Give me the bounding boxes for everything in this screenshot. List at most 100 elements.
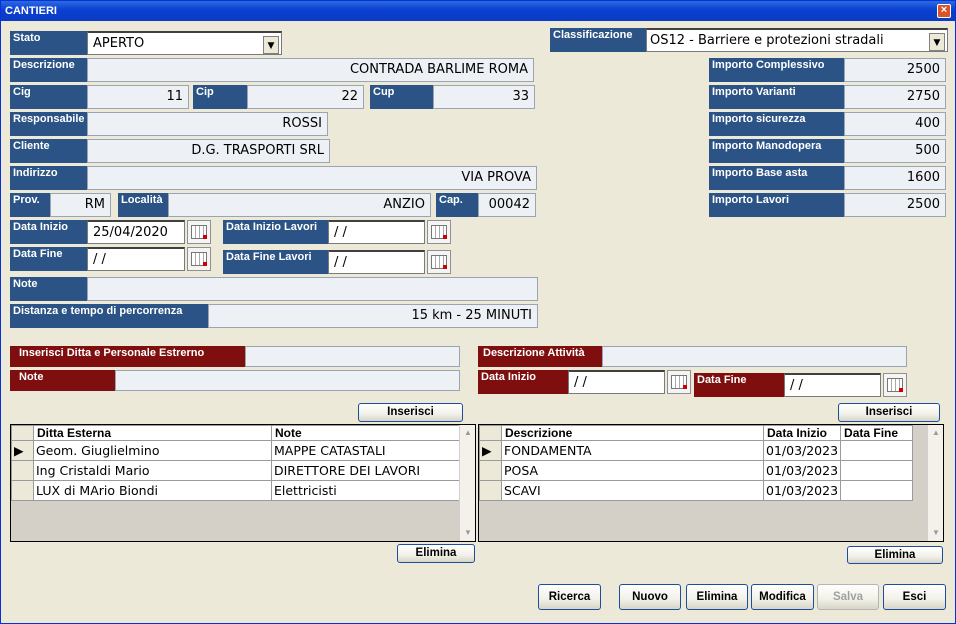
table-cell[interactable]: 01/03/2023 [762,480,842,501]
distanza-label: Distanza e tempo di percorrenza [10,304,208,328]
descrizione-attivita-field[interactable] [602,346,907,367]
table-cell[interactable] [840,480,913,501]
scroll-up-icon[interactable]: ▲ [929,426,943,440]
row-indicator-icon: ▶ [479,440,502,461]
salva-button[interactable]: Salva [817,584,879,610]
elimina-button[interactable]: Elimina [686,584,748,610]
column-header-data-fine[interactable]: Data Fine [840,425,913,441]
ricerca-button[interactable]: Ricerca [538,584,601,610]
localita-field[interactable]: ANZIO [168,193,431,217]
close-icon[interactable]: × [937,4,951,18]
table-row[interactable]: Ing Cristaldi Mario DIRETTORE DEI LAVORI [11,460,461,481]
cig-field[interactable]: 11 [87,85,189,109]
data-inizio-lavori-field[interactable]: / / [328,220,425,244]
inserisci-ditta-button[interactable]: Inserisci [358,403,463,422]
attivita-data-inizio-label: Data Inizio [478,370,568,394]
vertical-scrollbar[interactable]: ▲ ▼ [459,425,475,541]
window-title: CANTIERI [5,5,57,17]
attivita-grid-header: Descrizione Data Inizio Data Fine [479,425,913,441]
data-fine-field[interactable]: / / [87,247,185,271]
localita-label: Località [118,193,168,217]
elimina-ditta-button[interactable]: Elimina [397,544,475,563]
chevron-down-icon[interactable]: ▼ [929,33,945,51]
table-cell[interactable]: 01/03/2023 [762,440,842,461]
scroll-up-icon[interactable]: ▲ [461,426,475,440]
cliente-label: Cliente [10,139,87,163]
indirizzo-field[interactable]: VIA PROVA [87,166,537,190]
cig-label: Cig [10,85,87,109]
calendar-icon[interactable] [187,220,211,244]
table-row[interactable]: SCAVI 01/03/2023 [479,480,913,501]
data-inizio-label: Data Inizio [10,220,87,244]
scroll-down-icon[interactable]: ▼ [461,526,475,540]
descrizione-field[interactable]: CONTRADA BARLIME ROMA [87,58,534,82]
calendar-icon[interactable] [187,247,211,271]
title-bar: CANTIERI × [1,1,955,21]
table-cell[interactable]: 01/03/2023 [762,460,842,481]
cip-field[interactable]: 22 [247,85,364,109]
ditta-note-field[interactable] [115,370,460,391]
importo-manodopera-field[interactable]: 500 [844,139,946,163]
table-cell[interactable] [840,440,913,461]
table-cell[interactable]: FONDAMENTA [501,440,764,461]
cliente-field[interactable]: D.G. TRASPORTI SRL [87,139,330,163]
calendar-icon[interactable] [883,373,907,397]
modifica-button[interactable]: Modifica [751,584,814,610]
table-cell[interactable]: DIRETTORE DEI LAVORI [271,460,461,481]
table-cell[interactable]: Ing Cristaldi Mario [33,460,272,481]
attivita-data-fine-label: Data Fine [694,373,784,397]
column-header-note[interactable]: Note [271,425,461,441]
table-cell[interactable]: MAPPE CATASTALI [271,440,461,461]
table-cell[interactable]: Geom. Giuglielmino [33,440,272,461]
table-cell[interactable]: LUX di MArio Biondi [33,480,272,501]
importo-complessivo-field[interactable]: 2500 [844,58,946,82]
calendar-icon[interactable] [427,220,451,244]
vertical-scrollbar[interactable]: ▲ ▼ [927,425,943,541]
data-fine-lavori-field[interactable]: / / [328,250,425,274]
chevron-down-icon[interactable]: ▼ [263,36,279,54]
importo-lavori-field[interactable]: 2500 [844,193,946,217]
elimina-attivita-button[interactable]: Elimina [847,546,943,564]
data-inizio-field[interactable]: 25/04/2020 [87,220,185,244]
indirizzo-label: Indirizzo [10,166,87,190]
column-header-data-inizio[interactable]: Data Inizio [762,425,842,441]
data-inizio-lavori-label: Data Inizio Lavori [223,220,328,244]
distanza-field[interactable]: 15 km - 25 MINUTI [208,304,538,328]
table-cell[interactable] [840,460,913,481]
responsabile-field[interactable]: ROSSI [87,112,328,136]
attivita-data-fine-field[interactable]: / / [784,373,881,397]
inserisci-attivita-button[interactable]: Inserisci [838,403,940,422]
column-header-descrizione[interactable]: Descrizione [501,425,764,441]
cap-field[interactable]: 00042 [478,193,536,217]
table-row[interactable]: POSA 01/03/2023 [479,460,913,481]
cup-field[interactable]: 33 [433,85,535,109]
stato-select[interactable]: APERTO ▼ [87,31,282,55]
ditta-note-label: Note [10,370,115,391]
row-indicator-icon: ▶ [11,440,34,461]
calendar-icon[interactable] [667,370,691,394]
table-row[interactable]: ▶ FONDAMENTA 01/03/2023 [479,440,913,461]
table-cell[interactable]: POSA [501,460,764,481]
esci-button[interactable]: Esci [883,584,946,610]
importo-base-asta-field[interactable]: 1600 [844,166,946,190]
importo-sicurezza-field[interactable]: 400 [844,112,946,136]
table-cell[interactable]: SCAVI [501,480,764,501]
classificazione-select[interactable]: OS12 - Barriere e protezioni stradali ▼ [646,28,948,52]
ditta-field[interactable] [245,346,460,367]
note-field[interactable] [87,277,538,301]
importo-varianti-field[interactable]: 2750 [844,85,946,109]
descrizione-label: Descrizione [10,58,87,82]
attivita-data-inizio-field[interactable]: / / [568,370,665,394]
table-row[interactable]: ▶ Geom. Giuglielmino MAPPE CATASTALI [11,440,461,461]
prov-field[interactable]: RM [50,193,111,217]
calendar-icon[interactable] [427,250,451,274]
importo-complessivo-label: Importo Complessivo [709,58,844,82]
column-header-ditta[interactable]: Ditta Esterna [33,425,272,441]
scroll-down-icon[interactable]: ▼ [929,526,943,540]
table-row[interactable]: LUX di MArio Biondi Elettricisti [11,480,461,501]
stato-value: APERTO [93,36,145,51]
table-cell[interactable]: Elettricisti [271,480,461,501]
importo-base-asta-label: Importo Base asta [709,166,844,190]
nuovo-button[interactable]: Nuovo [619,584,681,610]
cap-label: Cap. [436,193,478,217]
